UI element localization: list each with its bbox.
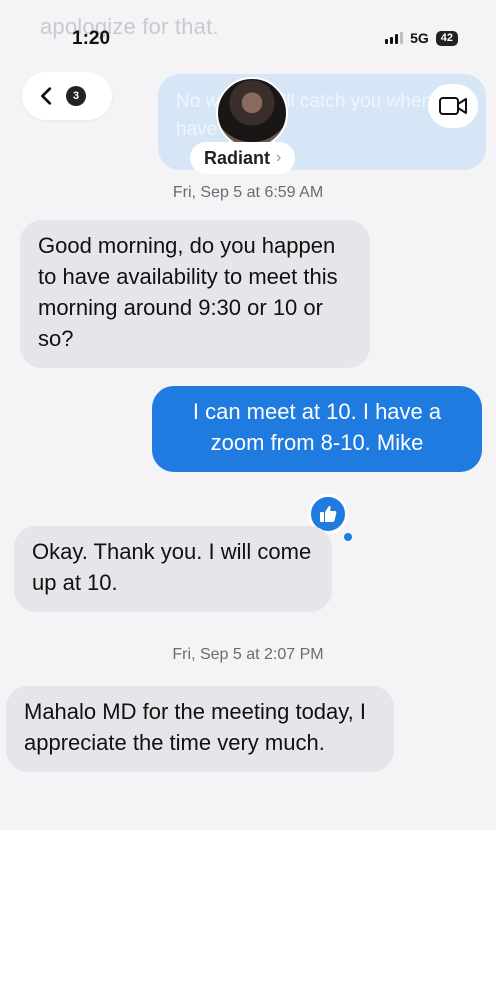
message-timestamp: Fri, Sep 5 at 6:59 AM [172,184,324,201]
chevron-right-icon: › [276,149,282,166]
thumbs-up-icon [320,506,337,522]
unread-badge: 3 [66,86,86,106]
outgoing-message-bubble[interactable]: I can meet at 10. I have a zoom from 8-1… [152,386,482,472]
status-time: 1:20 [72,28,111,49]
message-timestamp: Fri, Sep 5 at 2:07 PM [172,646,324,663]
chevron-left-icon [41,87,52,105]
contact-name: Radiant [204,147,271,168]
battery-icon: 42 [435,30,458,46]
network-type: 5G [410,30,429,46]
incoming-message-bubble[interactable]: Mahalo MD for the meeting today, I appre… [6,686,394,772]
video-call-button[interactable] [428,84,478,128]
back-button[interactable]: 3 [22,72,112,120]
previous-message-fragment: apologize for that. [40,14,219,39]
video-camera-icon [439,97,467,115]
incoming-message-bubble[interactable]: Good morning, do you happen to have avai… [20,220,370,368]
incoming-message-bubble[interactable]: Okay. Thank you. I will come up at 10. [14,526,332,612]
reaction-tail [344,533,352,541]
contact-avatar[interactable] [216,77,288,149]
messages-screen: apologize for that. No worries, I'll cat… [0,0,496,830]
signal-icon [385,32,404,44]
contact-name-button[interactable]: Radiant › [190,142,296,174]
status-indicators: 5G 42 [385,30,458,46]
